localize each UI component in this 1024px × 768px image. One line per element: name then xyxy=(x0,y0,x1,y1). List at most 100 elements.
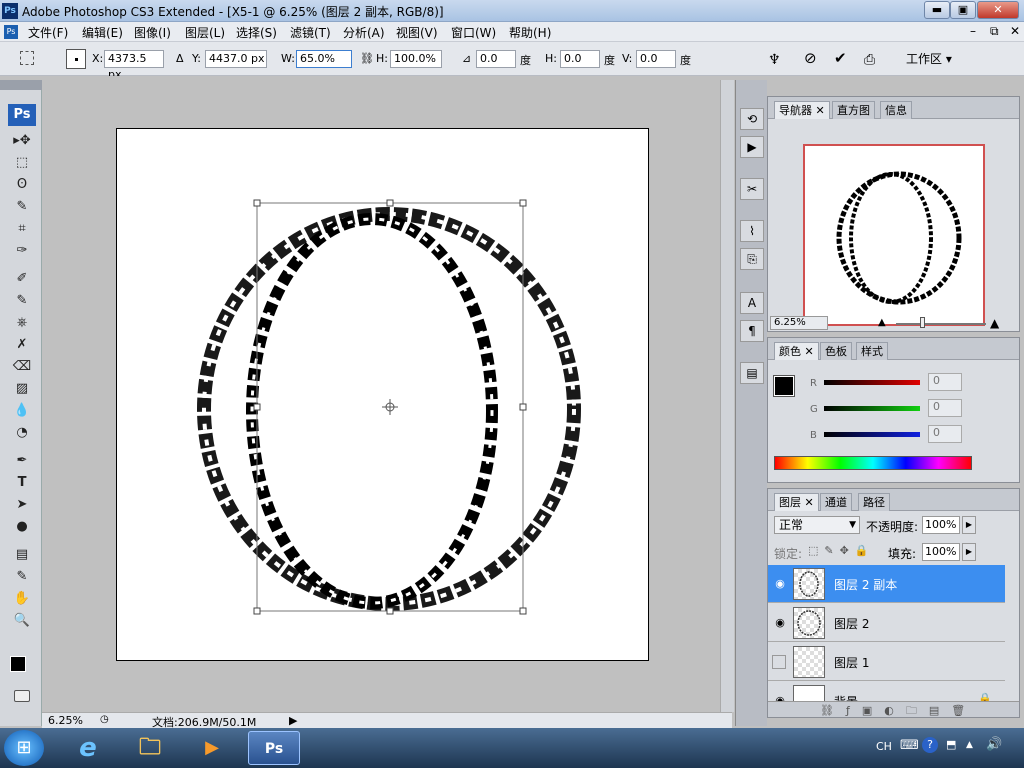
gradient-tool-icon[interactable]: ▨ xyxy=(12,380,32,398)
layer-row-layer2-copy[interactable]: ◉ 图层 2 副本 xyxy=(768,565,1005,603)
vskew-field[interactable]: 0.0 xyxy=(636,50,676,68)
volume-icon[interactable]: 🔊 xyxy=(986,737,1002,752)
path-selection-tool-icon[interactable]: ➤ xyxy=(12,496,32,514)
pen-tool-icon[interactable]: ✒ xyxy=(12,452,32,470)
media-player-taskbar-icon[interactable]: ▶ xyxy=(186,731,238,765)
r-field[interactable]: 0 xyxy=(928,373,962,391)
menu-view[interactable]: 视图(V) xyxy=(396,24,438,41)
status-menu-arrow[interactable]: ▶ xyxy=(289,714,297,727)
healing-brush-tool-icon[interactable]: ✐ xyxy=(12,270,32,288)
quick-mask-icon[interactable] xyxy=(14,690,30,702)
opacity-arrow-button[interactable]: ▶ xyxy=(962,516,976,534)
color-spectrum-ramp[interactable] xyxy=(774,456,972,470)
zoom-level[interactable]: 6.25% xyxy=(48,714,83,727)
opacity-field[interactable]: 100% xyxy=(922,516,960,534)
crop-tool-icon[interactable]: ⌗ xyxy=(12,220,32,238)
menu-edit[interactable]: 编辑(E) xyxy=(82,24,123,41)
tab-swatches[interactable]: 色板 xyxy=(820,342,852,360)
hand-tool-icon[interactable]: ✋ xyxy=(12,590,32,608)
navigator-zoom-field[interactable]: 6.25% xyxy=(770,316,828,330)
start-button[interactable]: ⊞ xyxy=(4,730,44,766)
notes-tool-icon[interactable]: ▤ xyxy=(12,546,32,564)
eraser-tool-icon[interactable]: ⌫ xyxy=(12,358,32,376)
doc-app-icon[interactable]: Ps xyxy=(4,25,18,39)
color-foreground-swatch[interactable] xyxy=(773,375,795,397)
tab-paths[interactable]: 路径 xyxy=(858,493,890,511)
eye-icon[interactable]: ◉ xyxy=(772,694,788,701)
actions-panel-icon[interactable]: ▶ xyxy=(740,136,764,158)
lasso-tool-icon[interactable]: ʘ xyxy=(12,176,32,194)
menu-help[interactable]: 帮助(H) xyxy=(509,24,551,41)
magic-wand-tool-icon[interactable]: ✎ xyxy=(12,198,32,216)
minimize-button[interactable]: ▬ xyxy=(924,1,950,19)
fill-arrow-button[interactable]: ▶ xyxy=(962,543,976,561)
eyedropper-tool-icon[interactable]: ✎ xyxy=(12,568,32,586)
ellipse-tool-icon[interactable]: ● xyxy=(12,518,32,536)
menu-window[interactable]: 窗口(W) xyxy=(451,24,496,41)
layer-comps-icon[interactable]: ▤ xyxy=(740,362,764,384)
explorer-taskbar-icon[interactable]: 🗀 xyxy=(124,731,176,765)
marquee-tool-icon[interactable]: ⬚ xyxy=(12,154,32,172)
clone-source-icon[interactable]: ⎘ xyxy=(740,248,764,270)
status-toggle-icon[interactable]: ◷ xyxy=(100,714,109,725)
document-canvas[interactable] xyxy=(116,128,649,661)
doc-close-button[interactable]: ✕ xyxy=(1010,24,1020,38)
commit-transform-icon[interactable]: ✔ xyxy=(834,49,847,67)
menu-analysis[interactable]: 分析(A) xyxy=(343,24,385,41)
show-hidden-icons[interactable]: ▲ xyxy=(966,740,973,750)
tab-info[interactable]: 信息 xyxy=(880,101,912,119)
toolbox-header[interactable] xyxy=(0,80,42,90)
tray-expand-icon[interactable]: ⬒ xyxy=(946,738,956,751)
lock-icons[interactable]: ⬚✎✥🔒 xyxy=(808,544,875,557)
brush-tool-icon[interactable]: ✎ xyxy=(12,292,32,310)
doc-restore-button[interactable]: ⧉ xyxy=(990,24,999,39)
input-language-indicator[interactable]: CH xyxy=(876,740,892,753)
workspace-menu[interactable]: 工作区 ▾ xyxy=(906,50,952,67)
menu-select[interactable]: 选择(S) xyxy=(236,24,277,41)
eye-icon[interactable]: ◉ xyxy=(772,616,788,630)
tab-navigator[interactable]: 导航器 ✕ xyxy=(774,101,830,119)
bridge-icon[interactable]: ⎙ xyxy=(864,52,875,68)
brushes-panel-icon[interactable]: ⌇ xyxy=(740,220,764,242)
blend-mode-select[interactable]: 正常 ▼ xyxy=(774,516,860,534)
navigator-zoom-thumb[interactable] xyxy=(920,317,925,328)
h-field[interactable]: 100.0% xyxy=(390,50,442,68)
y-field[interactable]: 4437.0 px xyxy=(205,50,267,68)
character-panel-icon[interactable]: A xyxy=(740,292,764,314)
hskew-field[interactable]: 0.0 xyxy=(560,50,600,68)
reference-point-icon[interactable] xyxy=(66,49,86,69)
warp-icon[interactable]: ♆ xyxy=(768,52,781,68)
tab-layers[interactable]: 图层 ✕ xyxy=(774,493,819,511)
cancel-transform-icon[interactable]: ⊘ xyxy=(804,49,817,67)
menu-filter[interactable]: 滤镜(T) xyxy=(290,24,331,41)
tab-channels[interactable]: 通道 xyxy=(820,493,852,511)
close-button[interactable]: ✕ xyxy=(977,1,1019,19)
foreground-color-swatch[interactable] xyxy=(10,656,26,672)
g-slider[interactable] xyxy=(824,406,920,411)
eye-toggle-empty[interactable] xyxy=(772,655,786,669)
zoom-in-icon[interactable]: ▲ xyxy=(990,316,999,330)
layers-footer-toolbar[interactable]: ⛓ƒ▣◐🗀▤🗑 xyxy=(768,701,1019,717)
history-brush-tool-icon[interactable]: ✗ xyxy=(12,336,32,354)
vertical-scrollbar[interactable] xyxy=(720,80,734,712)
navigator-zoom-slider[interactable] xyxy=(896,323,986,325)
tab-color[interactable]: 颜色 ✕ xyxy=(774,342,819,360)
b-slider[interactable] xyxy=(824,432,920,437)
layer-row-layer2[interactable]: ◉ 图层 2 xyxy=(768,604,1005,642)
layer-row-layer1[interactable]: 图层 1 xyxy=(768,643,1005,681)
doc-minimize-button[interactable]: – xyxy=(970,24,976,38)
menu-file[interactable]: 文件(F) xyxy=(28,24,68,41)
photoshop-taskbar-icon[interactable]: Ps xyxy=(248,731,300,765)
zoom-tool-icon[interactable]: 🔍 xyxy=(12,612,32,630)
ie-taskbar-icon[interactable]: e xyxy=(62,731,114,765)
move-tool-icon[interactable]: ▸✥ xyxy=(12,132,32,150)
link-icon[interactable]: ⛓ xyxy=(360,52,374,65)
g-field[interactable]: 0 xyxy=(928,399,962,417)
b-field[interactable]: 0 xyxy=(928,425,962,443)
paragraph-panel-icon[interactable]: ¶ xyxy=(740,320,764,342)
transform-tool-icon[interactable] xyxy=(20,51,34,65)
maximize-button[interactable]: ▣ xyxy=(950,1,976,19)
type-tool-icon[interactable]: T xyxy=(12,474,32,492)
menu-image[interactable]: 图像(I) xyxy=(134,24,171,41)
delta-icon[interactable]: Δ xyxy=(176,52,184,65)
